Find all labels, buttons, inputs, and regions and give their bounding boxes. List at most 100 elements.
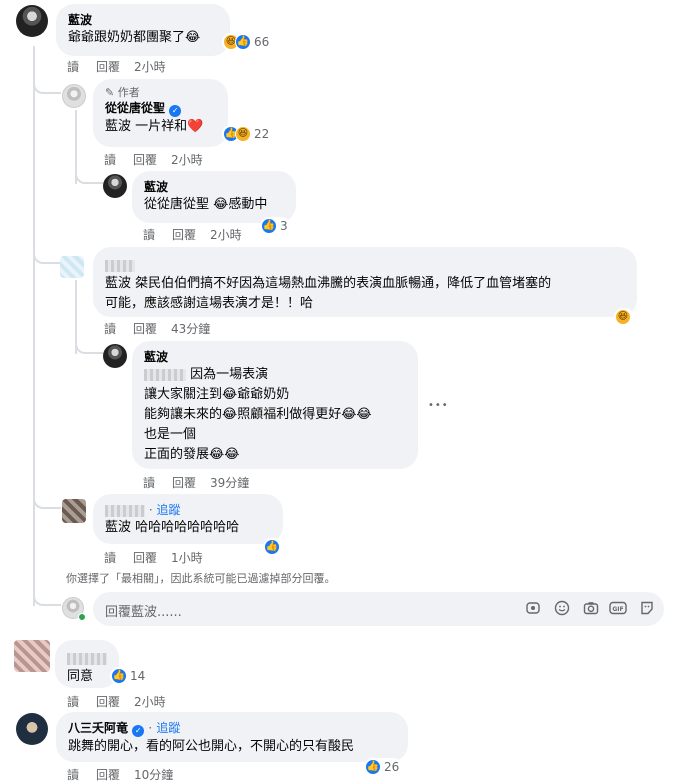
timestamp[interactable]: 43分鐘 <box>171 320 210 337</box>
comment-bubble: 藍波 爺爺跟奶奶都團聚了😂 <box>56 4 230 56</box>
comment-actions: 讀 回覆 10分鐘 <box>67 766 173 783</box>
timestamp[interactable]: 10分鐘 <box>134 766 173 783</box>
like-reaction-icon: 👍 <box>111 668 127 684</box>
follow-link[interactable]: 追蹤 <box>156 721 180 735</box>
verified-badge-icon: ✓ <box>132 725 145 737</box>
comment-actions: 讀 回覆 1小時 <box>104 549 203 566</box>
comment-bubble: · 追蹤 藍波 哈哈哈哈哈哈哈哈 <box>93 494 283 544</box>
filter-notice: 你選擇了「最相關」，因此系統可能已過濾掉部分回覆。 <box>66 572 336 585</box>
reaction-count: 26 <box>384 760 400 774</box>
timestamp[interactable]: 2小時 <box>134 58 166 75</box>
read-link[interactable]: 讀 <box>143 226 155 243</box>
camera-icon[interactable] <box>582 600 600 618</box>
reaction-summary[interactable]: 😆 👍 66 <box>222 33 273 51</box>
read-link[interactable]: 讀 <box>67 766 79 783</box>
reply-link[interactable]: 回覆 <box>133 151 157 168</box>
avatar[interactable] <box>16 713 48 745</box>
avatar[interactable] <box>14 640 50 672</box>
reply-link[interactable]: 回覆 <box>133 549 157 566</box>
comment-bubble: 藍波 從從唐從聖 😂感動中 <box>132 171 296 223</box>
read-link[interactable]: 讀 <box>104 151 116 168</box>
reply-link[interactable]: 回覆 <box>96 58 120 75</box>
emoji-icon[interactable] <box>553 600 571 618</box>
comment-text: 因為一場表演 <box>190 367 269 382</box>
timestamp[interactable]: 2小時 <box>134 693 166 710</box>
comment-text-line: 正面的發展😂😂 <box>144 447 240 462</box>
reply-link[interactable]: 回覆 <box>96 766 120 783</box>
commenter-name-blurred[interactable] <box>105 504 145 517</box>
avatar[interactable] <box>16 5 48 37</box>
timestamp[interactable]: 2小時 <box>210 226 242 243</box>
thread-connector <box>33 80 61 94</box>
commenter-name[interactable]: 八三夭阿竜 <box>68 721 128 735</box>
reaction-summary[interactable]: 👍 3 <box>260 217 291 235</box>
comment-text-line: 能夠讓未來的😂照顧福利做得更好😂😂 <box>144 407 372 422</box>
author-badge-label: 作者 <box>117 86 140 99</box>
reply-input-box[interactable]: 回覆藍波...... GIF <box>93 592 664 626</box>
timestamp[interactable]: 39分鐘 <box>210 474 249 491</box>
like-reaction-icon: 👍 <box>365 759 381 775</box>
haha-reaction-icon: 😆 <box>615 309 631 325</box>
svg-text:GIF: GIF <box>612 606 623 613</box>
read-link[interactable]: 讀 <box>143 474 155 491</box>
comment-text-line: 讓大家關注到😂爺爺奶奶 <box>144 387 290 402</box>
commenter-name[interactable]: 藍波 <box>144 179 284 195</box>
commenter-name-blurred[interactable] <box>105 255 625 274</box>
reaction-summary[interactable]: 👍 26 <box>364 758 403 776</box>
comment-actions: 讀 回覆 39分鐘 <box>143 474 249 491</box>
reaction-summary[interactable]: 👍 14 <box>110 667 149 685</box>
avatar[interactable] <box>62 499 86 523</box>
reply-link[interactable]: 回覆 <box>96 693 120 710</box>
thread-connector <box>33 250 61 264</box>
mention-blurred[interactable] <box>144 368 186 381</box>
read-link[interactable]: 讀 <box>67 58 79 75</box>
comment-actions: 讀 回覆 2小時 <box>104 151 203 168</box>
avatar[interactable] <box>62 84 86 108</box>
read-link[interactable]: 讀 <box>104 320 116 337</box>
reaction-count: 14 <box>130 669 146 683</box>
pencil-icon: ✎ <box>105 86 115 99</box>
reply-input[interactable]: 回覆藍波...... <box>105 601 182 620</box>
comment-text-line: 可能，應該感謝這場表演才是！！哈 <box>105 296 314 311</box>
reply-link[interactable]: 回覆 <box>172 474 196 491</box>
like-reaction-icon: 👍 <box>235 34 251 50</box>
thread-connector <box>75 170 103 184</box>
read-link[interactable]: 讀 <box>104 549 116 566</box>
comment-text: 跳舞的開心，看的阿公也開心，不開心的只有酸民 <box>68 739 355 754</box>
reply-link[interactable]: 回覆 <box>133 320 157 337</box>
comment-text: 從從唐從聖 😂感動中 <box>144 197 268 212</box>
comment-actions: 讀 回覆 2小時 <box>67 693 166 710</box>
commenter-name-blurred[interactable] <box>67 648 107 667</box>
reply-link[interactable]: 回覆 <box>172 226 196 243</box>
like-reaction-icon: 👍 <box>261 218 277 234</box>
comment-bubble: 八三夭阿竜 ✓ · 追蹤 跳舞的開心，看的阿公也開心，不開心的只有酸民 <box>56 712 408 762</box>
avatar-frame-icon[interactable] <box>524 600 542 618</box>
comment-bubble: 藍波 桀民伯伯們搞不好因為這場熱血沸騰的表演血脈暢通，降低了血管堵塞的 可能，應… <box>93 247 637 317</box>
thread-connector <box>33 594 61 606</box>
reaction-summary[interactable]: 😆 <box>614 308 634 326</box>
haha-reaction-icon: 😆 <box>235 126 251 142</box>
comment-text: 藍波 一片祥和❤️ <box>105 119 204 134</box>
timestamp[interactable]: 1小時 <box>171 549 203 566</box>
avatar[interactable] <box>103 344 127 368</box>
commenter-name[interactable]: 藍波 <box>144 349 406 365</box>
gif-icon[interactable]: GIF <box>609 600 627 618</box>
sticker-icon[interactable] <box>638 600 656 618</box>
follow-link[interactable]: 追蹤 <box>156 503 180 517</box>
more-options-icon[interactable]: ••• <box>428 400 449 411</box>
timestamp[interactable]: 2小時 <box>171 151 203 168</box>
commenter-name[interactable]: 從從唐從聖 <box>105 101 165 115</box>
reaction-summary[interactable]: 👍 😆 22 <box>222 125 273 143</box>
separator-dot: · <box>148 503 153 517</box>
avatar[interactable] <box>60 256 84 278</box>
thread-line-main <box>33 46 35 606</box>
comment-text: 爺爺跟奶奶都團聚了😂 <box>68 30 201 45</box>
thread-connector <box>33 495 61 509</box>
comment-actions: 讀 回覆 2小時 <box>67 58 166 75</box>
commenter-name[interactable]: 藍波 <box>68 12 218 28</box>
comment-bubble: ✎ 作者 從從唐從聖 ✓ 藍波 一片祥和❤️ <box>93 79 228 147</box>
reaction-summary[interactable]: 👍 <box>263 538 283 556</box>
read-link[interactable]: 讀 <box>67 693 79 710</box>
avatar[interactable] <box>103 174 127 198</box>
separator-dot: · <box>148 721 153 735</box>
